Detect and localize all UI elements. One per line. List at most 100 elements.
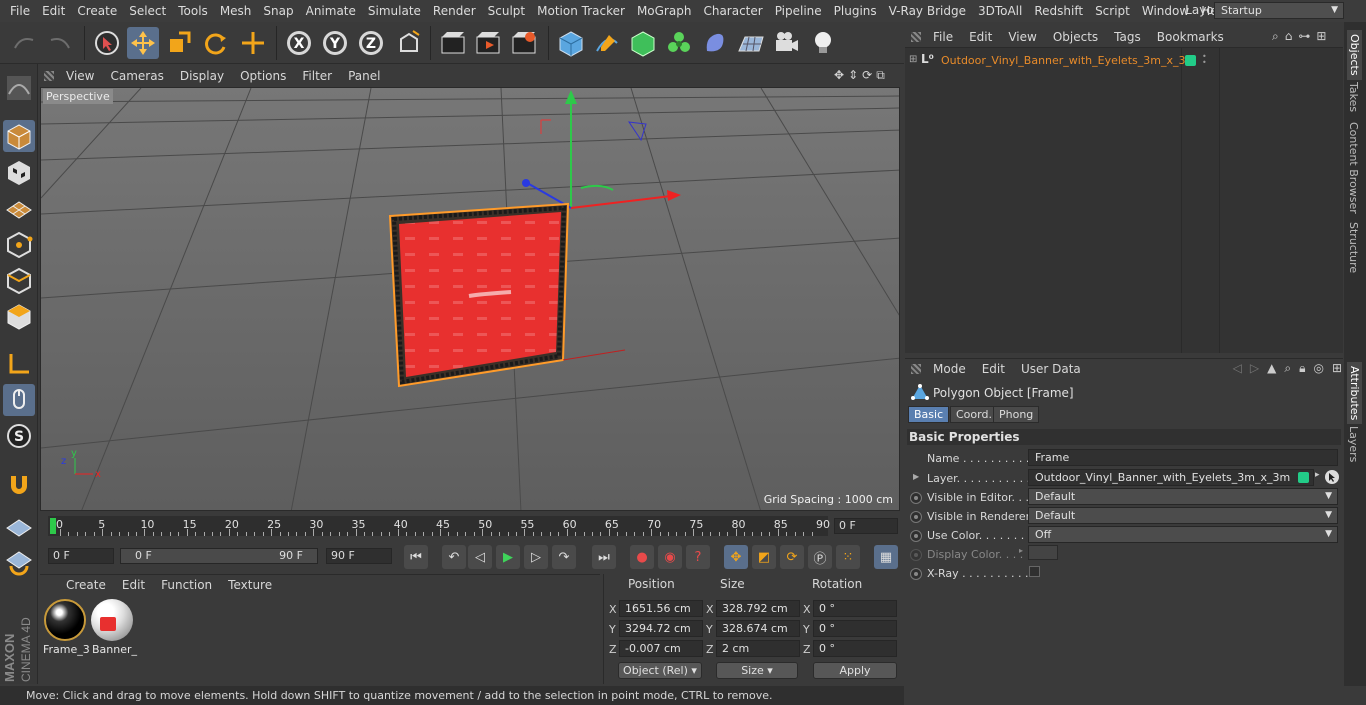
record-active-icon[interactable]: ● xyxy=(630,545,654,569)
menu-sculpt[interactable]: Sculpt xyxy=(482,4,531,18)
material-name[interactable]: Frame_3 xyxy=(43,643,90,656)
tab-phong[interactable]: Phong xyxy=(993,406,1040,423)
search-icon[interactable]: ⌕ xyxy=(1272,29,1279,45)
render-view-icon[interactable] xyxy=(437,27,469,59)
tab-attributes[interactable]: Attributes xyxy=(1347,362,1362,425)
menu-pipeline[interactable]: Pipeline xyxy=(769,4,828,18)
position-x-field[interactable]: 1651.56 cm xyxy=(619,600,703,617)
next-key-icon[interactable]: ↷ xyxy=(552,545,576,569)
layout-select[interactable]: Startup ▼ xyxy=(1214,2,1344,19)
attribute-menu-edit[interactable]: Edit xyxy=(974,362,1013,376)
rotate-tool-icon[interactable] xyxy=(199,27,231,59)
quantize-icon[interactable] xyxy=(3,546,35,578)
menu-mograph[interactable]: MoGraph xyxy=(631,4,698,18)
maximize-view-icon[interactable]: ⧉ xyxy=(876,68,885,84)
material-thumb-banner[interactable] xyxy=(91,599,133,641)
object-menu-file[interactable]: File xyxy=(925,30,961,44)
material-name[interactable]: Banner_ xyxy=(92,643,137,656)
object-name[interactable]: Outdoor_Vinyl_Banner_with_Eyelets_3m_x_3… xyxy=(941,54,1196,67)
points-mode-icon[interactable] xyxy=(3,228,35,260)
next-frame-icon[interactable]: ▷ xyxy=(524,545,548,569)
visible-in-renderer-anim-icon[interactable] xyxy=(910,511,922,523)
menu-motion-tracker[interactable]: Motion Tracker xyxy=(531,4,631,18)
visibility-dots-icon[interactable]: • • xyxy=(1202,53,1207,67)
rotation-y-field[interactable]: 0 ° xyxy=(813,620,897,637)
viewport-menu-options[interactable]: Options xyxy=(232,69,294,83)
key-point-level-icon[interactable]: ⁙ xyxy=(836,545,860,569)
menu-file[interactable]: File xyxy=(4,4,36,18)
subdivision-surface-icon[interactable] xyxy=(627,27,659,59)
x-axis-lock-icon[interactable]: X xyxy=(283,27,315,59)
visible-in-editor-anim-icon[interactable] xyxy=(910,492,922,504)
menu-snap[interactable]: Snap xyxy=(257,4,299,18)
dolly-icon[interactable]: ⇕ xyxy=(848,68,858,84)
size-z-field[interactable]: 2 cm xyxy=(716,640,800,657)
size-mode-dropdown[interactable]: Size ▾ xyxy=(716,662,798,679)
keyframe-selection-icon[interactable]: ? xyxy=(686,545,710,569)
forward-arrow-icon[interactable]: ▷ xyxy=(1250,361,1259,377)
camera-icon[interactable] xyxy=(771,27,803,59)
object-menu-edit[interactable]: Edit xyxy=(961,30,1000,44)
menu-tools[interactable]: Tools xyxy=(172,4,214,18)
new-window-icon[interactable]: ⊞ xyxy=(1316,29,1326,45)
object-menu-tags[interactable]: Tags xyxy=(1106,30,1149,44)
pick-layer-icon[interactable] xyxy=(1324,469,1340,485)
frame-range-slider[interactable]: 0 F 90 F xyxy=(120,548,318,564)
position-z-field[interactable]: -0.007 cm xyxy=(619,640,703,657)
viewport-menu-view[interactable]: View xyxy=(58,69,102,83)
menu-character[interactable]: Character xyxy=(697,4,768,18)
coordinate-system-icon[interactable] xyxy=(393,27,425,59)
new-window-icon[interactable]: ⊞ xyxy=(1332,361,1342,377)
xray-checkbox[interactable] xyxy=(1029,566,1040,577)
tab-layers[interactable]: Layers xyxy=(1347,426,1360,462)
tab-content-browser[interactable]: Content Browser xyxy=(1347,122,1360,214)
name-field[interactable]: Frame xyxy=(1028,449,1338,466)
cube-object-icon[interactable] xyxy=(555,27,587,59)
layer-field[interactable]: Outdoor_Vinyl_Banner_with_Eyelets_3m_x_3… xyxy=(1028,469,1314,486)
visible-in-editor-dropdown[interactable]: Default ▼ xyxy=(1028,488,1338,505)
menu-script[interactable]: Script xyxy=(1089,4,1136,18)
menu-redshift[interactable]: Redshift xyxy=(1028,4,1089,18)
auto-keying-icon[interactable]: ◉ xyxy=(658,545,682,569)
viewport-menu-cameras[interactable]: Cameras xyxy=(102,69,171,83)
visible-in-renderer-dropdown[interactable]: Default ▼ xyxy=(1028,507,1338,524)
go-to-end-icon[interactable]: ⏭ xyxy=(592,545,616,569)
link-icon[interactable]: ⊶ xyxy=(1298,29,1310,45)
menu-3dtoall[interactable]: 3DToAll xyxy=(972,4,1028,18)
menu-v-ray-bridge[interactable]: V-Ray Bridge xyxy=(883,4,972,18)
material-menu-function[interactable]: Function xyxy=(153,578,220,592)
menu-animate[interactable]: Animate xyxy=(300,4,362,18)
key-position-icon[interactable]: ✥ xyxy=(724,545,748,569)
edges-mode-icon[interactable] xyxy=(3,264,35,296)
floor-icon[interactable] xyxy=(735,27,767,59)
material-menu-texture[interactable]: Texture xyxy=(220,578,280,592)
tab-structure[interactable]: Structure xyxy=(1347,222,1360,273)
snap-magnet-icon[interactable] xyxy=(3,468,35,500)
viewport-menu-panel[interactable]: Panel xyxy=(340,69,388,83)
polygons-mode-icon[interactable] xyxy=(3,300,35,332)
viewport-camera-label[interactable]: Perspective xyxy=(43,89,113,104)
material-thumb-frame[interactable] xyxy=(44,599,86,641)
redo-icon[interactable] xyxy=(44,27,76,59)
scale-tool-icon[interactable] xyxy=(163,27,195,59)
size-y-field[interactable]: 328.674 cm xyxy=(716,620,800,637)
material-menu-create[interactable]: Create xyxy=(58,578,114,592)
lock-icon[interactable]: 🔒︎ xyxy=(1299,361,1305,377)
orbit-icon[interactable]: ⟳ xyxy=(862,68,872,84)
live-selection-icon[interactable] xyxy=(91,27,123,59)
menu-create[interactable]: Create xyxy=(71,4,123,18)
transform-tool-icon[interactable] xyxy=(237,27,269,59)
object-menu-objects[interactable]: Objects xyxy=(1045,30,1106,44)
up-arrow-icon[interactable]: ▲ xyxy=(1267,361,1276,377)
back-arrow-icon[interactable]: ◁ xyxy=(1233,361,1242,377)
previous-key-icon[interactable]: ↶ xyxy=(442,545,466,569)
viewport-menu-display[interactable]: Display xyxy=(172,69,232,83)
z-axis-lock-icon[interactable]: Z xyxy=(355,27,387,59)
play-icon[interactable]: ▶ xyxy=(496,545,520,569)
use-color-anim-icon[interactable] xyxy=(910,530,922,542)
move-tool-icon[interactable] xyxy=(127,27,159,59)
pan-icon[interactable]: ✥ xyxy=(834,68,844,84)
home-icon[interactable]: ⌂ xyxy=(1285,29,1293,45)
timeline-ruler[interactable]: 0 5 10 15 20 25 30 35 40 45 50 55 60 65 70 75 80 85 90 xyxy=(48,516,830,536)
tweak-mode-icon[interactable] xyxy=(3,384,35,416)
